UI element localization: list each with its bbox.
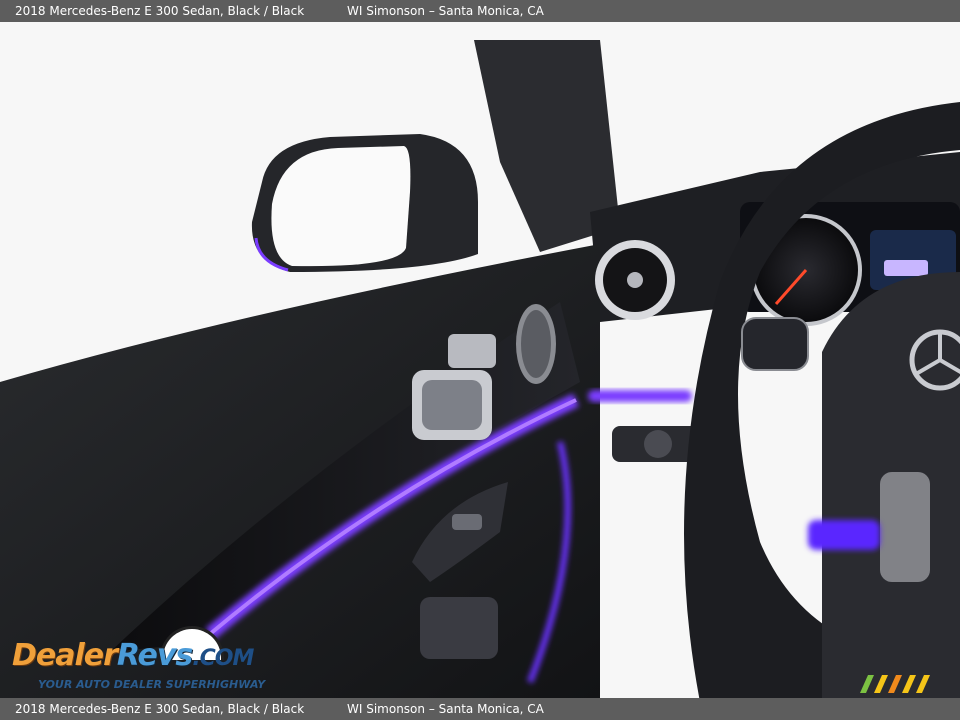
watermark-logo-dealer: Dealer: [12, 638, 118, 673]
watermark-logo-com: .COM: [192, 646, 254, 671]
caption-bar-bottom: 2018 Mercedes-Benz E 300 Sedan, Black / …: [0, 698, 960, 720]
watermark-tagline: YOUR AUTO DEALER SUPERHIGHWAY: [38, 678, 266, 691]
stripes-logo-icon: [860, 675, 930, 693]
dealerrevs-watermark: DealerRevs.COM YOUR AUTO DEALER SUPERHIG…: [10, 622, 280, 696]
watermark-logo: DealerRevs.COM: [12, 638, 254, 673]
side-mirror: [251, 134, 478, 272]
vehicle-photo: [0, 22, 960, 698]
caption-bar-top: 2018 Mercedes-Benz E 300 Sedan, Black / …: [0, 0, 960, 22]
window-lift-switches: [420, 597, 498, 659]
vehicle-caption-bottom: 2018 Mercedes-Benz E 300 Sedan, Black / …: [15, 702, 305, 716]
footwell-ambient-light: [808, 520, 880, 550]
vehicle-caption: 2018 Mercedes-Benz E 300 Sedan, Black / …: [15, 4, 305, 18]
dealer-caption: WI Simonson – Santa Monica, CA: [347, 4, 544, 18]
dash-ambient-light: [588, 390, 692, 402]
air-vent: [595, 240, 675, 320]
watermark-logo-revs: Revs: [116, 638, 193, 673]
dealer-caption-bottom: WI Simonson – Santa Monica, CA: [347, 702, 544, 716]
interior-scene: [0, 22, 960, 698]
